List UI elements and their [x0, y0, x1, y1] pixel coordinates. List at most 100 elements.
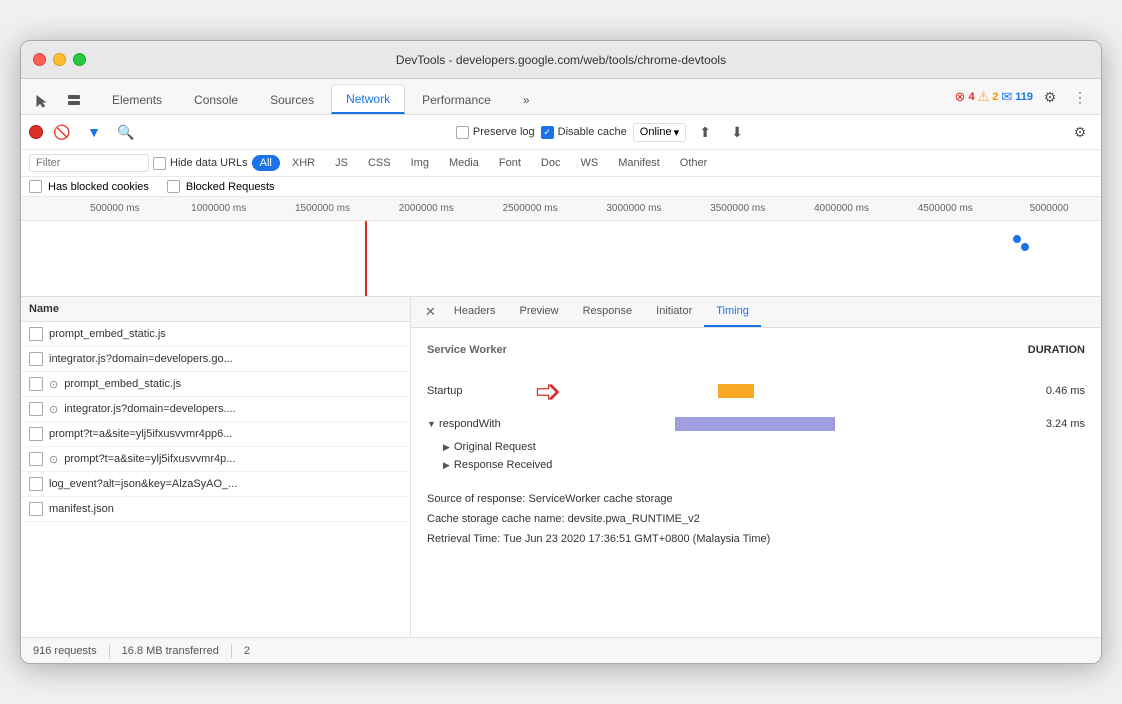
tab-preview[interactable]: Preview: [507, 297, 570, 327]
filter-toolbar: 🚫 ▼ 🔍 Preserve log ✓ Disable cache Onlin…: [21, 115, 1101, 150]
mark-3: 2000000 ms: [374, 203, 478, 214]
filter-type-js[interactable]: JS: [327, 155, 356, 171]
original-request-row: ▶ Original Request: [427, 438, 1085, 456]
list-item[interactable]: manifest.json: [21, 497, 410, 522]
mark-6: 3500000 ms: [686, 203, 790, 214]
extra-count: 2: [244, 645, 250, 657]
timing-content: Service Worker DURATION Startup ➩ 0.46 m…: [411, 328, 1101, 490]
startup-value: 0.46 ms: [1025, 385, 1085, 397]
download-icon[interactable]: ⬇: [724, 119, 750, 145]
expand-icon[interactable]: ▼: [427, 419, 436, 429]
status-sep-2: [231, 644, 232, 658]
disable-cache-checkbox[interactable]: ✓ Disable cache: [541, 126, 627, 139]
mark-2: 1500000 ms: [271, 203, 375, 214]
respondwith-label: ▼ respondWith: [427, 418, 527, 430]
list-item[interactable]: ⊙ prompt?t=a&site=ylj5ifxusvvmr4p...: [21, 447, 410, 472]
timeline-ruler: 500000 ms 1000000 ms 1500000 ms 2000000 …: [21, 197, 1101, 221]
more-icon[interactable]: ⋮: [1067, 84, 1093, 110]
settings-icon[interactable]: ⚙: [1037, 84, 1063, 110]
respondwith-bar: [675, 417, 835, 431]
hide-data-urls-check[interactable]: [153, 157, 166, 170]
preserve-log-check[interactable]: [456, 126, 469, 139]
tab-initiator[interactable]: Initiator: [644, 297, 704, 327]
disable-cache-check[interactable]: ✓: [541, 126, 554, 139]
list-item[interactable]: log_event?alt=json&key=AlzaSyAO_...: [21, 472, 410, 497]
hide-data-urls-checkbox[interactable]: Hide data URLs: [153, 157, 248, 170]
mark-4: 2500000 ms: [478, 203, 582, 214]
maximize-button[interactable]: [73, 53, 86, 66]
tab-elements[interactable]: Elements: [97, 84, 177, 114]
filter-type-xhr[interactable]: XHR: [284, 155, 323, 171]
filter-input[interactable]: [29, 154, 149, 172]
tab-more[interactable]: »: [508, 84, 545, 114]
tab-performance[interactable]: Performance: [407, 84, 506, 114]
timeline-dot-1: [1013, 235, 1021, 243]
file-list: Name prompt_embed_static.js integrator.j…: [21, 297, 411, 637]
blocked-cookies-check[interactable]: [29, 180, 42, 193]
filter-type-font[interactable]: Font: [491, 155, 529, 171]
cookie-filter-bar: Has blocked cookies Blocked Requests: [21, 177, 1101, 197]
timeline-area: 500000 ms 1000000 ms 1500000 ms 2000000 …: [21, 197, 1101, 297]
record-button[interactable]: [29, 125, 43, 139]
filter-type-all[interactable]: All: [252, 155, 280, 171]
list-item[interactable]: ⊙ prompt_embed_static.js: [21, 372, 410, 397]
network-settings-icon[interactable]: ⚙: [1067, 119, 1093, 145]
filter-type-css[interactable]: CSS: [360, 155, 399, 171]
respondwith-bar-container: [535, 416, 1017, 432]
filter-type-manifest[interactable]: Manifest: [610, 155, 668, 171]
filter-type-doc[interactable]: Doc: [533, 155, 569, 171]
info-cache-name: Cache storage cache name: devsite.pwa_RU…: [427, 510, 1085, 530]
search-icon[interactable]: 🔍: [113, 119, 139, 145]
filter-type-other[interactable]: Other: [672, 155, 716, 171]
startup-bar-container: [578, 383, 1017, 399]
tab-console[interactable]: Console: [179, 84, 253, 114]
response-received-row: ▶ Response Received: [427, 456, 1085, 474]
red-arrow-icon: ➩: [535, 372, 562, 410]
title-bar: DevTools - developers.google.com/web/too…: [21, 41, 1101, 79]
file-icon: [29, 327, 43, 341]
tab-timing[interactable]: Timing: [704, 297, 761, 327]
gear-icon: ⊙: [49, 403, 58, 416]
tab-network[interactable]: Network: [331, 84, 405, 114]
drawer-icon[interactable]: [61, 88, 87, 114]
blocked-requests-check[interactable]: [167, 180, 180, 193]
file-icon: [29, 477, 43, 491]
filter-type-media[interactable]: Media: [441, 155, 487, 171]
tab-response[interactable]: Response: [571, 297, 645, 327]
close-button[interactable]: [33, 53, 46, 66]
startup-bar: [718, 384, 754, 398]
tab-sources[interactable]: Sources: [255, 84, 329, 114]
list-item[interactable]: prompt?t=a&site=ylj5ifxusvvmr4pp6...: [21, 422, 410, 447]
request-count: 916 requests: [33, 645, 97, 657]
preserve-log-checkbox[interactable]: Preserve log: [456, 126, 535, 139]
expand-icon[interactable]: ▶: [443, 460, 450, 471]
blocked-requests-checkbox[interactable]: Blocked Requests: [167, 180, 275, 193]
devtools-window: DevTools - developers.google.com/web/too…: [20, 40, 1102, 664]
tab-headers[interactable]: Headers: [442, 297, 508, 327]
mark-1: 1000000 ms: [167, 203, 271, 214]
list-item[interactable]: integrator.js?domain=developers.go...: [21, 347, 410, 372]
filter-type-img[interactable]: Img: [403, 155, 437, 171]
filter-type-ws[interactable]: WS: [572, 155, 606, 171]
status-sep: [109, 644, 110, 658]
minimize-button[interactable]: [53, 53, 66, 66]
detail-panel: ✕ Headers Preview Response Initiator Tim…: [411, 297, 1101, 637]
cursor-icon[interactable]: [29, 88, 55, 114]
service-worker-label: Service Worker: [427, 344, 507, 356]
clear-icon[interactable]: 🚫: [49, 119, 75, 145]
filter-icon[interactable]: ▼: [81, 119, 107, 145]
expand-icon[interactable]: ▶: [443, 442, 450, 453]
timeline-content: [21, 221, 1101, 297]
online-select[interactable]: Online ▾: [633, 123, 686, 142]
transferred-size: 16.8 MB transferred: [122, 645, 219, 657]
duration-label: DURATION: [1028, 344, 1085, 364]
list-item[interactable]: ⊙ integrator.js?domain=developers....: [21, 397, 410, 422]
list-item[interactable]: prompt_embed_static.js: [21, 322, 410, 347]
timeline-dot-2: [1021, 243, 1029, 251]
filter-type-bar: Hide data URLs All XHR JS CSS Img Media …: [21, 150, 1101, 177]
upload-icon[interactable]: ⬆: [692, 119, 718, 145]
has-blocked-cookies-checkbox[interactable]: Has blocked cookies: [29, 180, 149, 193]
gear-icon: ⊙: [49, 453, 58, 466]
file-icon: [29, 502, 43, 516]
close-detail-button[interactable]: ✕: [419, 298, 442, 326]
